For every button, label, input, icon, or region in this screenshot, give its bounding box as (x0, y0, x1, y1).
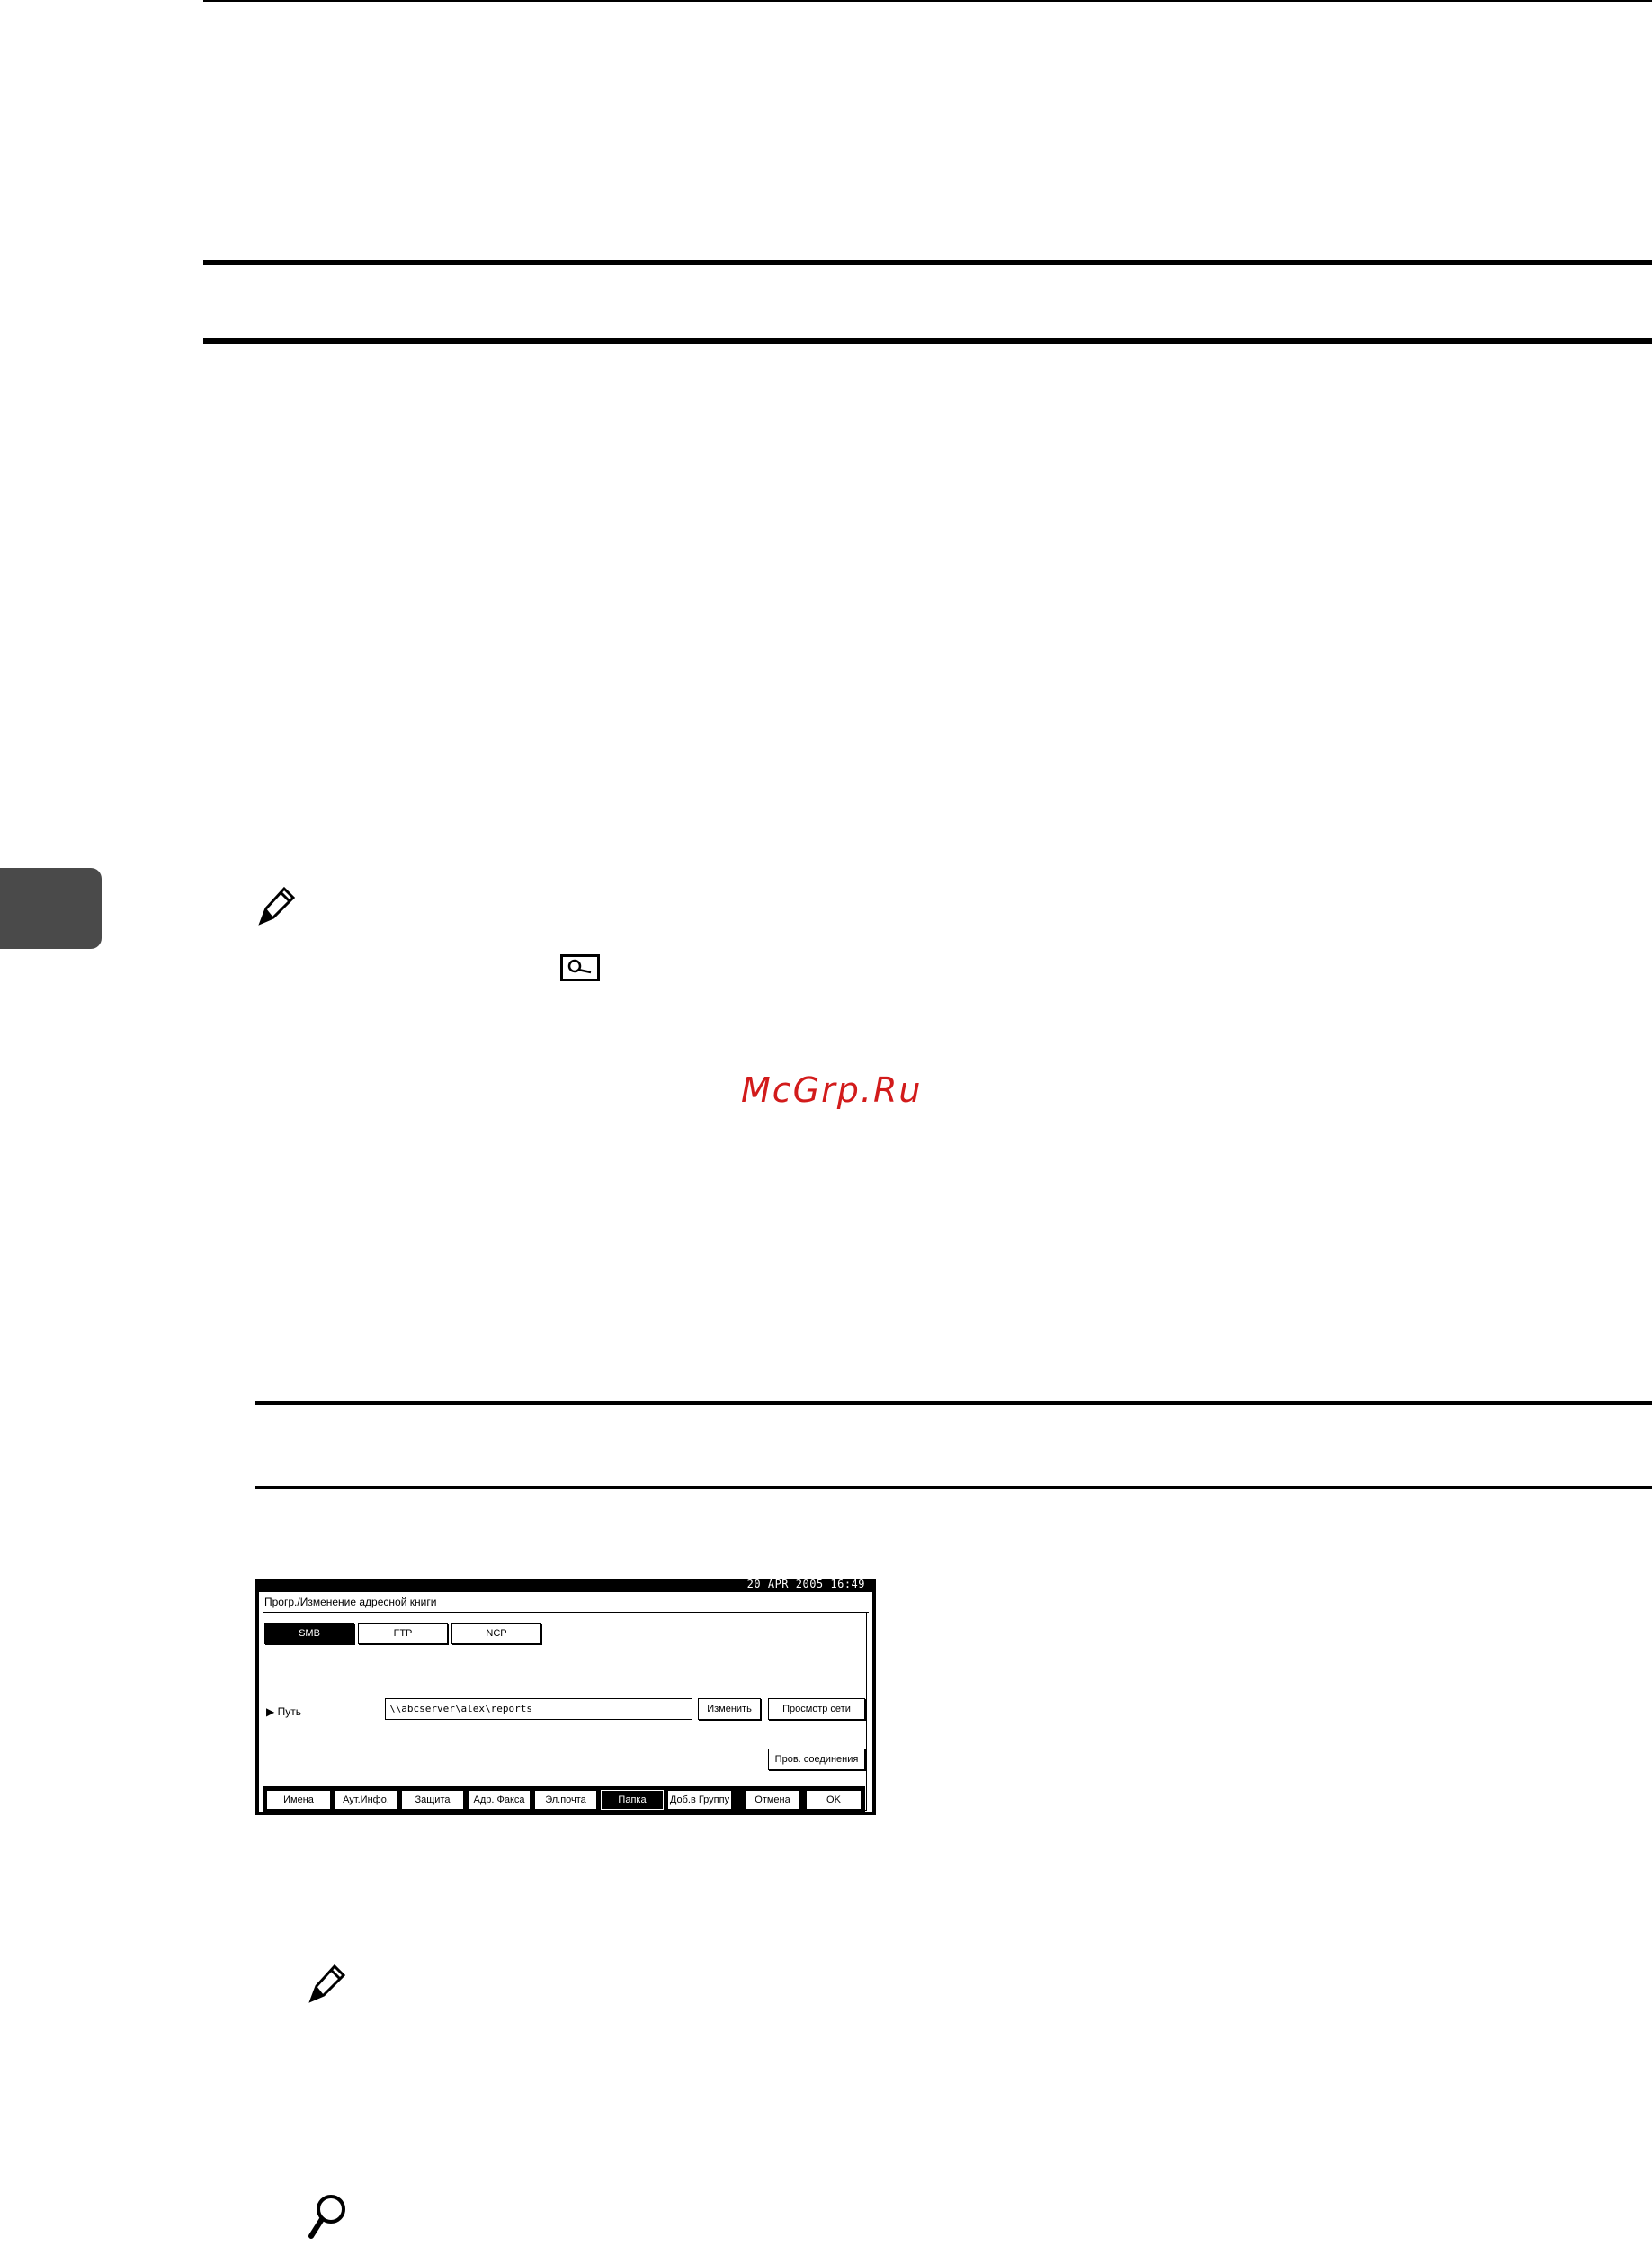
note-pencil-icon-2 (308, 1964, 346, 2003)
tab-smb[interactable]: SMB (264, 1623, 354, 1644)
path-input[interactable]: \\abcserver\alex\reports (385, 1698, 692, 1720)
tab-protection[interactable]: Защита (401, 1790, 464, 1810)
subsection-rule-bottom (255, 1486, 1652, 1489)
path-label: ▶ Путь (266, 1705, 301, 1718)
screen-body: Прогр./Изменение адресной книги SMB FTP … (259, 1592, 872, 1812)
subsection-rule-top (255, 1401, 1652, 1405)
watermark: McGrp.Ru (741, 1070, 923, 1110)
screen-title: Прогр./Изменение адресной книги (264, 1596, 437, 1608)
tab-fax-address[interactable]: Адр. Факса (468, 1790, 531, 1810)
connection-test-button[interactable]: Пров. соединения (768, 1749, 865, 1770)
tab-folder[interactable]: Папка (601, 1790, 664, 1810)
screen-status-bar: 20 APR 2005 16:49 (255, 1578, 876, 1592)
address-book-screen: 20 APR 2005 16:49 Прогр./Изменение адрес… (255, 1578, 876, 1815)
reference-key-icon (560, 954, 600, 981)
note-pencil-icon (258, 886, 296, 926)
section-rule-top (203, 260, 1652, 265)
tab-ncp[interactable]: NCP (451, 1623, 541, 1644)
reference-magnifier-icon (308, 2195, 345, 2239)
browse-network-button[interactable]: Просмотр сети (768, 1698, 865, 1720)
tab-auth-info[interactable]: Аут.Инфо. (335, 1790, 397, 1810)
section-rule-bottom (203, 338, 1652, 344)
path-label-text: Путь (277, 1705, 301, 1718)
tab-names[interactable]: Имена (266, 1790, 331, 1810)
change-button[interactable]: Изменить (698, 1698, 761, 1720)
tab-email[interactable]: Эл.почта (534, 1790, 597, 1810)
ok-button[interactable]: OK (806, 1790, 862, 1810)
screen-datetime: 20 APR 2005 16:49 (746, 1578, 865, 1590)
cancel-button[interactable]: Отмена (745, 1790, 800, 1810)
top-hairline (203, 0, 1652, 2)
triangle-icon: ▶ (266, 1705, 275, 1718)
tab-ftp[interactable]: FTP (358, 1623, 448, 1644)
chapter-tab-marker (0, 868, 102, 949)
tab-add-to-group[interactable]: Доб.в Группу (667, 1790, 732, 1810)
